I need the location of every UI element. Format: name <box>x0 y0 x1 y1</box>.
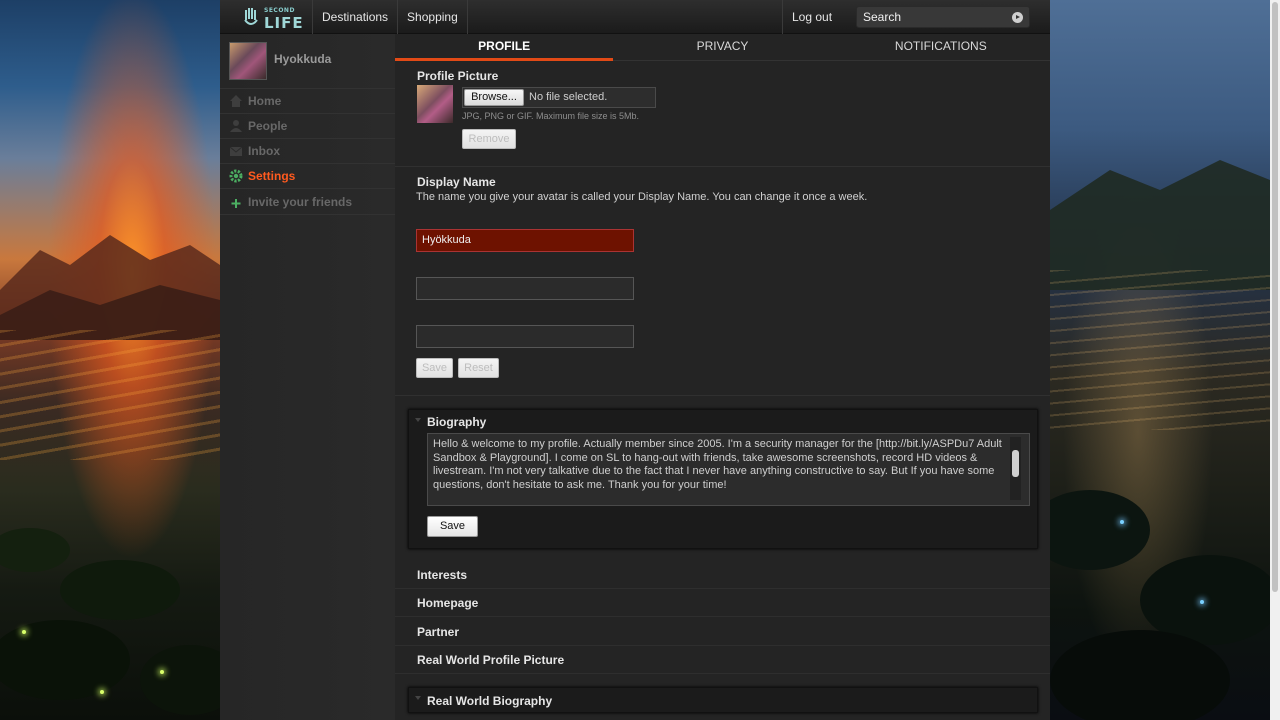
sidebar-profile[interactable]: Hyokkuda <box>220 34 395 88</box>
file-input[interactable]: Browse... No file selected. <box>462 87 656 108</box>
section-interests[interactable]: Interests <box>395 561 1050 589</box>
firefly <box>1120 520 1124 524</box>
primary-nav: Destinations Shopping <box>312 0 468 34</box>
sidebar-item-inbox[interactable]: Inbox <box>220 138 395 163</box>
nav-divider <box>466 0 468 34</box>
plus-icon <box>229 195 243 209</box>
section-divider <box>395 166 1050 167</box>
section-homepage[interactable]: Homepage <box>395 589 1050 617</box>
foreground-plants <box>0 528 220 715</box>
sidebar-item-settings[interactable]: Settings <box>220 163 395 188</box>
collapse-caret-icon[interactable] <box>415 418 421 422</box>
sidebar-username: Hyokkuda <box>274 52 332 66</box>
sidebar: Hyokkuda Home People Inbox Settings Invi… <box>220 34 395 720</box>
profile-picture-thumbnail <box>417 85 453 123</box>
biography-textarea[interactable]: Hello & welcome to my profile. Actually … <box>427 433 1030 506</box>
main-content: PROFILE PRIVACY NOTIFICATIONS Profile Pi… <box>395 34 1050 720</box>
home-icon <box>229 94 243 108</box>
section-title: Real World Profile Picture <box>417 653 565 667</box>
nav-shopping[interactable]: Shopping <box>398 0 467 34</box>
account-nav: Log out <box>782 0 841 34</box>
foreground-plants <box>1050 490 1270 720</box>
gear-icon <box>229 169 243 183</box>
search-box <box>856 6 1030 28</box>
biography-scrollbar[interactable] <box>1010 437 1021 500</box>
logo-text: LIFE <box>264 14 304 32</box>
firefly <box>1200 600 1204 604</box>
firefly <box>22 630 26 634</box>
second-life-logo[interactable]: SECOND LIFE <box>242 5 304 32</box>
settings-tabs: PROFILE PRIVACY NOTIFICATIONS <box>395 34 1050 61</box>
file-status: No file selected. <box>529 91 608 103</box>
section-title: Partner <box>417 625 460 639</box>
logo-wordmark: SECOND LIFE <box>264 5 304 32</box>
sidebar-item-label: Home <box>248 94 282 108</box>
avatar[interactable] <box>229 42 267 80</box>
mountain-silhouette <box>1050 160 1270 290</box>
remove-button[interactable]: Remove <box>462 129 516 149</box>
section-real-world-biography[interactable]: Real World Biography <box>408 687 1038 713</box>
search-go-icon[interactable] <box>1012 12 1023 23</box>
search-input[interactable] <box>863 10 1003 24</box>
tab-privacy[interactable]: PRIVACY <box>613 34 832 61</box>
section-partner[interactable]: Partner <box>395 618 1050 646</box>
profile-picture-title: Profile Picture <box>417 69 499 83</box>
section-divider <box>395 395 1050 396</box>
section-title: Interests <box>417 568 468 582</box>
display-name-field-2[interactable] <box>416 277 634 300</box>
sidebar-item-label: Inbox <box>248 144 280 158</box>
sidebar-item-invite[interactable]: Invite your friends <box>220 188 395 215</box>
sidebar-item-label: Invite your friends <box>248 194 353 209</box>
firefly <box>100 690 104 694</box>
people-icon <box>229 119 243 133</box>
background-right-scenery <box>1050 0 1270 720</box>
display-name-description: The name you give your avatar is called … <box>416 191 868 203</box>
top-navigation-bar: SECOND LIFE Destinations Shopping Log ou… <box>220 0 1050 34</box>
tab-notifications[interactable]: NOTIFICATIONS <box>831 34 1050 61</box>
logout-link[interactable]: Log out <box>783 0 841 34</box>
section-title: Homepage <box>417 596 479 610</box>
display-name-field-3[interactable] <box>416 325 634 348</box>
file-hint: JPG, PNG or GIF. Maximum file size is 5M… <box>462 111 640 121</box>
rice-field <box>1050 270 1270 430</box>
background-left-scenery <box>0 0 220 720</box>
inbox-icon <box>229 144 243 158</box>
biography-save-button[interactable]: Save <box>427 516 478 537</box>
sidebar-item-label: Settings <box>248 169 296 183</box>
biography-title[interactable]: Biography <box>427 415 486 429</box>
hand-logo-icon <box>244 8 258 25</box>
browse-button[interactable]: Browse... <box>464 89 524 106</box>
tab-profile[interactable]: PROFILE <box>395 34 614 61</box>
scrollbar-thumb[interactable] <box>1272 2 1278 592</box>
sidebar-item-home[interactable]: Home <box>220 88 395 113</box>
section-real-world-profile-picture[interactable]: Real World Profile Picture <box>395 646 1050 674</box>
display-name-reset-button[interactable]: Reset <box>458 358 499 378</box>
expand-caret-icon[interactable] <box>415 696 421 700</box>
display-name-title: Display Name <box>417 175 496 189</box>
mountain-silhouette <box>0 235 220 340</box>
page-scrollbar[interactable] <box>1270 0 1280 720</box>
firefly <box>160 670 164 674</box>
sidebar-item-label: People <box>248 119 288 133</box>
scrollbar-thumb[interactable] <box>1012 450 1019 477</box>
nav-destinations[interactable]: Destinations <box>313 0 397 34</box>
rice-field <box>0 330 220 460</box>
display-name-save-button[interactable]: Save <box>416 358 453 378</box>
display-name-field[interactable]: Hyökkuda <box>416 229 634 252</box>
biography-panel: Biography Hello & welcome to my profile.… <box>408 409 1038 549</box>
section-title: Real World Biography <box>427 694 553 708</box>
sidebar-item-people[interactable]: People <box>220 113 395 138</box>
